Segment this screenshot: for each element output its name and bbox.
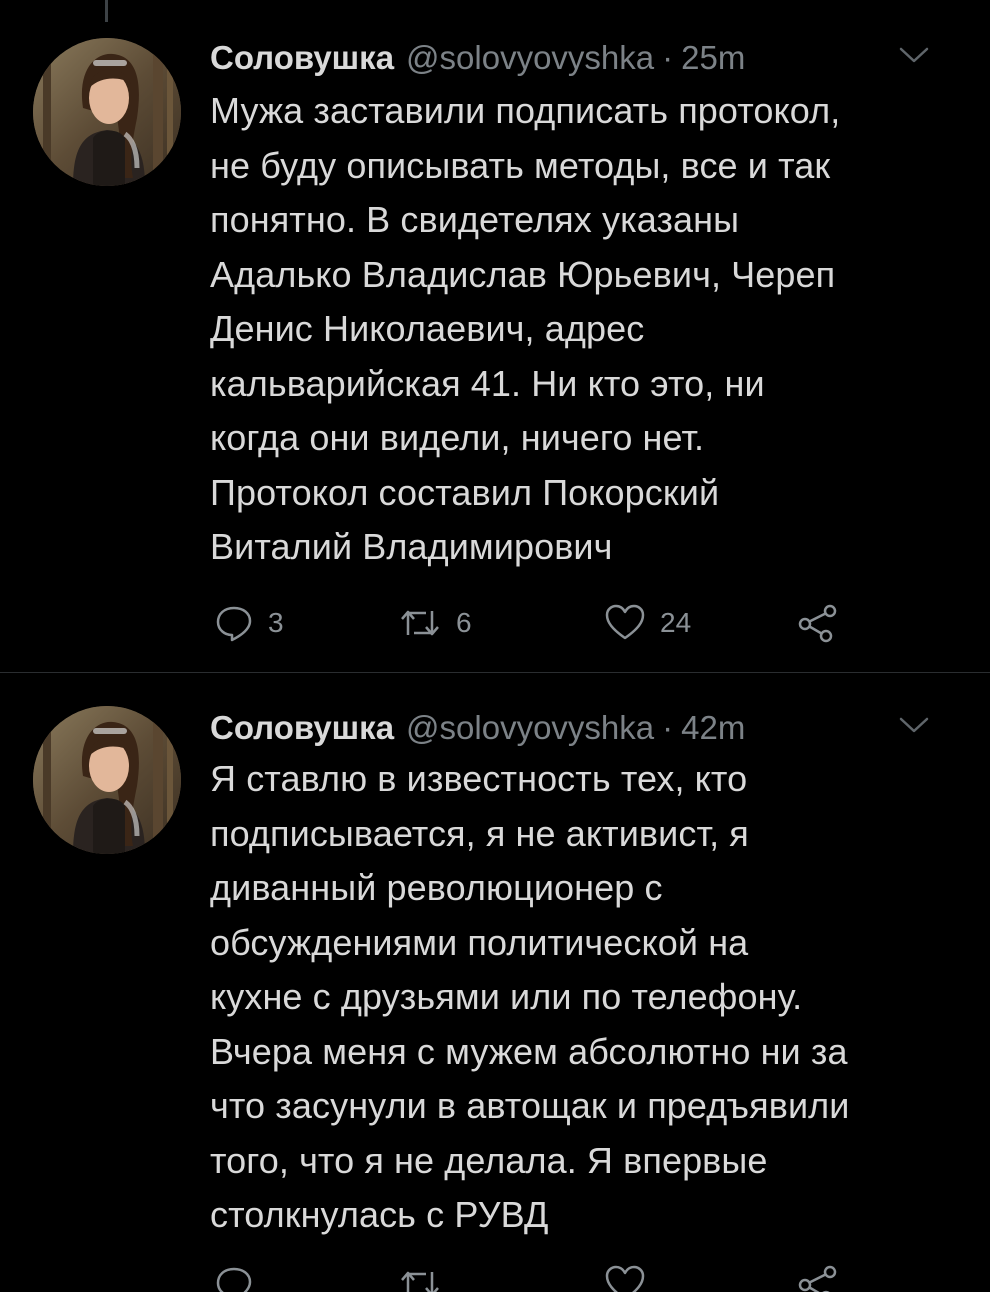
like-icon bbox=[604, 603, 646, 643]
tweet-actions: 3 6 24 bbox=[214, 601, 854, 645]
display-name[interactable]: Соловушка bbox=[210, 709, 394, 747]
tweet-actions bbox=[214, 1262, 854, 1292]
tweet-divider bbox=[0, 672, 990, 673]
avatar[interactable] bbox=[33, 38, 181, 186]
chevron-down-icon[interactable] bbox=[898, 714, 930, 736]
reply-icon bbox=[214, 1264, 254, 1292]
share-icon bbox=[796, 603, 840, 643]
chevron-down-icon[interactable] bbox=[898, 44, 930, 66]
reply-button[interactable]: 3 bbox=[214, 601, 284, 645]
like-button[interactable] bbox=[604, 1262, 646, 1292]
like-button[interactable]: 24 bbox=[604, 601, 691, 645]
tweet-text: Я ставлю в известность тех, кто подписыв… bbox=[210, 758, 850, 1235]
share-icon bbox=[796, 1264, 840, 1292]
retweet-icon bbox=[398, 603, 442, 643]
retweet-count: 6 bbox=[456, 607, 472, 638]
separator-dot: · bbox=[662, 39, 674, 76]
share-button[interactable] bbox=[796, 601, 840, 645]
tweet-header: Соловушка @solovyovyshka · 42m bbox=[210, 706, 950, 750]
display-name[interactable]: Соловушка bbox=[210, 39, 394, 77]
share-button[interactable] bbox=[796, 1262, 840, 1292]
like-count: 24 bbox=[660, 607, 692, 638]
tweet-text: Мужа заставили подписать протокол, не бу… bbox=[210, 90, 841, 567]
tweet[interactable]: Соловушка @solovyovyshka · 42m Я ставлю … bbox=[0, 676, 990, 1292]
reply-count: 3 bbox=[268, 607, 284, 638]
user-handle[interactable]: @solovyovyshka bbox=[406, 709, 654, 747]
timestamp[interactable]: 42m bbox=[681, 709, 745, 747]
separator-dot: · bbox=[662, 709, 674, 746]
retweet-button[interactable]: 6 bbox=[398, 601, 472, 645]
reply-icon bbox=[214, 603, 254, 643]
like-icon bbox=[604, 1264, 646, 1292]
reply-button[interactable] bbox=[214, 1262, 254, 1292]
retweet-icon bbox=[398, 1264, 442, 1292]
timestamp[interactable]: 25m bbox=[681, 39, 745, 77]
retweet-button[interactable] bbox=[398, 1262, 442, 1292]
tweet[interactable]: Соловушка @solovyovyshka · 25m Мужа заст… bbox=[0, 0, 990, 672]
tweet-header: Соловушка @solovyovyshka · 25m bbox=[210, 36, 950, 80]
avatar[interactable] bbox=[33, 706, 181, 854]
user-handle[interactable]: @solovyovyshka bbox=[406, 39, 654, 77]
